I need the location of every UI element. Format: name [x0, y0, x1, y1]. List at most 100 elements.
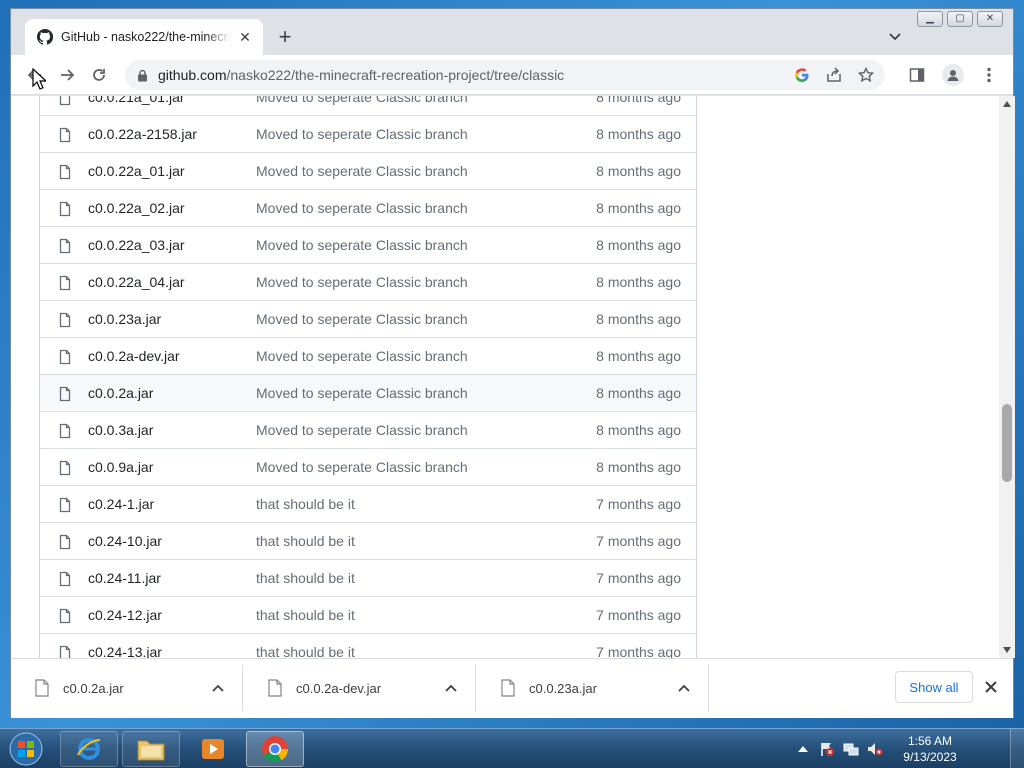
file-icon	[59, 127, 71, 143]
chrome-window: GitHub - nasko222/the-minecraft-recreati…	[10, 8, 1015, 718]
taskbar-internet-explorer[interactable]	[60, 731, 118, 767]
file-row[interactable]: c0.0.9a.jar Moved to seperate Classic bra…	[40, 448, 696, 485]
show-desktop-button[interactable]	[1010, 729, 1024, 768]
file-name-link[interactable]: c0.24-10.jar	[88, 533, 162, 549]
file-name-link[interactable]: c0.0.22a_01.jar	[88, 163, 185, 179]
scroll-down-arrow-icon[interactable]	[999, 642, 1015, 658]
file-name-link[interactable]: c0.0.3a.jar	[88, 422, 153, 438]
file-row[interactable]: c0.24-1.jar that should be it 7 months ago	[40, 485, 696, 522]
file-name-link[interactable]: c0.24-11.jar	[88, 570, 161, 586]
file-row[interactable]: c0.0.22a_01.jar Moved to seperate Classic…	[40, 152, 696, 189]
reload-button[interactable]	[85, 61, 113, 89]
file-name-link[interactable]: c0.0.9a.jar	[88, 459, 153, 475]
file-name-link[interactable]: c0.0.21a_01.jar	[88, 96, 185, 105]
commit-message-link[interactable]: Moved to seperate Classic branch	[256, 348, 468, 364]
lock-icon[interactable]	[137, 69, 148, 82]
download-item[interactable]: c0.0.23a.jar	[477, 665, 709, 711]
clock-date: 9/13/2023	[903, 750, 957, 764]
chevron-up-icon[interactable]	[210, 680, 226, 696]
file-row[interactable]: c0.0.22a_02.jar Moved to seperate Classic…	[40, 189, 696, 226]
file-name-link[interactable]: c0.24-13.jar	[88, 644, 162, 658]
commit-message-link[interactable]: Moved to seperate Classic branch	[256, 126, 468, 142]
file-row[interactable]: c0.0.22a_03.jar Moved to seperate Classic…	[40, 226, 696, 263]
taskbar-chrome[interactable]	[246, 731, 304, 767]
url-host: github.com	[158, 67, 227, 83]
file-row[interactable]: c0.24-12.jar that should be it 7 months ag…	[40, 596, 696, 633]
file-row[interactable]: c0.0.23a.jar Moved to seperate Classic br…	[40, 300, 696, 337]
file-row[interactable]: c0.0.22a_04.jar Moved to seperate Classic…	[40, 263, 696, 300]
new-tab-button[interactable]: +	[273, 25, 297, 49]
chevron-up-icon[interactable]	[443, 680, 459, 696]
file-row[interactable]: c0.24-11.jar that should be it 7 months ag…	[40, 559, 696, 596]
commit-message-link[interactable]: that should be it	[256, 570, 355, 586]
commit-message-link[interactable]: Moved to seperate Classic branch	[256, 163, 468, 179]
commit-age: 8 months ago	[596, 126, 681, 142]
file-name-link[interactable]: c0.24-12.jar	[88, 607, 162, 623]
close-shelf-icon[interactable]	[981, 677, 1001, 697]
file-row[interactable]: c0.24-10.jar that should be it 7 months ag…	[40, 522, 696, 559]
show-hidden-icons-icon[interactable]	[794, 740, 812, 758]
tab-close-icon[interactable]: ✕	[237, 29, 253, 45]
commit-message-link[interactable]: that should be it	[256, 496, 355, 512]
action-center-flag-icon[interactable]	[818, 740, 836, 758]
minimize-button[interactable]: ▁	[917, 11, 943, 27]
close-window-button[interactable]: ✕	[977, 11, 1003, 27]
bookmark-star-icon[interactable]	[857, 66, 875, 84]
file-icon	[59, 571, 71, 587]
commit-message-link[interactable]: that should be it	[256, 533, 355, 549]
commit-message-link[interactable]: Moved to seperate Classic branch	[256, 459, 468, 475]
commit-message-link[interactable]: Moved to seperate Classic branch	[256, 311, 468, 327]
start-button[interactable]	[6, 731, 46, 767]
taskbar-media-player[interactable]	[184, 731, 242, 767]
commit-message-link[interactable]: Moved to seperate Classic branch	[256, 274, 468, 290]
show-all-button[interactable]: Show all	[895, 671, 973, 703]
file-row[interactable]: c0.0.3a.jar Moved to seperate Classic bra…	[40, 411, 696, 448]
volume-muted-icon[interactable]	[866, 740, 884, 758]
commit-message-link[interactable]: Moved to seperate Classic branch	[256, 200, 468, 216]
side-panel-icon[interactable]	[903, 61, 931, 89]
download-item[interactable]: c0.0.2a-dev.jar	[244, 665, 476, 711]
tab-github[interactable]: GitHub - nasko222/the-minecraft-recreati…	[25, 19, 263, 55]
file-list: c0.0.21a_01.jar Moved to seperate Classic…	[39, 96, 697, 658]
file-name-link[interactable]: c0.24-1.jar	[88, 496, 154, 512]
scroll-up-arrow-icon[interactable]	[999, 96, 1015, 112]
file-name-link[interactable]: c0.0.23a.jar	[88, 311, 161, 327]
commit-message-link[interactable]: Moved to seperate Classic branch	[256, 237, 468, 253]
file-name-link[interactable]: c0.0.22a-2158.jar	[88, 126, 197, 142]
tab-search-chevron-icon[interactable]	[885, 27, 905, 47]
download-item[interactable]: c0.0.2a.jar	[11, 665, 243, 711]
maximize-button[interactable]: ▢	[947, 11, 973, 27]
commit-message-link[interactable]: Moved to seperate Classic branch	[256, 385, 468, 401]
commit-age: 7 months ago	[596, 607, 681, 623]
mouse-cursor-icon	[32, 68, 46, 90]
taskbar-clock[interactable]: 1:56 AM 9/13/2023	[890, 733, 970, 765]
share-icon[interactable]	[825, 66, 843, 84]
commit-message-link[interactable]: Moved to seperate Classic branch	[256, 422, 468, 438]
file-row[interactable]: c0.0.2a-dev.jar Moved to seperate Classic…	[40, 337, 696, 374]
file-name-link[interactable]: c0.0.22a_04.jar	[88, 274, 185, 290]
forward-button[interactable]	[53, 61, 81, 89]
commit-message-link[interactable]: Moved to seperate Classic branch	[256, 96, 468, 105]
commit-message-link[interactable]: that should be it	[256, 607, 355, 623]
commit-message-link[interactable]: that should be it	[256, 644, 355, 658]
browser-toolbar: github.com/nasko222/the-minecraft-recrea…	[11, 55, 1013, 95]
file-name-link[interactable]: c0.0.22a_02.jar	[88, 200, 185, 216]
profile-button[interactable]	[939, 61, 967, 89]
network-icon[interactable]	[842, 740, 860, 758]
system-tray	[794, 729, 884, 768]
chevron-up-icon[interactable]	[676, 680, 692, 696]
file-row[interactable]: c0.0.21a_01.jar Moved to seperate Classic…	[40, 96, 696, 115]
taskbar-file-explorer[interactable]	[122, 731, 180, 767]
chrome-menu-icon[interactable]	[975, 61, 1003, 89]
address-bar[interactable]: github.com/nasko222/the-minecraft-recrea…	[125, 60, 885, 90]
vertical-scrollbar[interactable]	[999, 96, 1015, 658]
file-name-link[interactable]: c0.0.2a-dev.jar	[88, 348, 180, 364]
url-text: github.com/nasko222/the-minecraft-recrea…	[158, 67, 564, 83]
google-icon[interactable]	[793, 66, 811, 84]
file-row[interactable]: c0.0.2a.jar Moved to seperate Classic bra…	[40, 374, 696, 411]
file-row[interactable]: c0.24-13.jar that should be it 7 months ag…	[40, 633, 696, 658]
file-row[interactable]: c0.0.22a-2158.jar Moved to seperate Class…	[40, 115, 696, 152]
file-name-link[interactable]: c0.0.22a_03.jar	[88, 237, 185, 253]
file-name-link[interactable]: c0.0.2a.jar	[88, 385, 153, 401]
scrollbar-thumb[interactable]	[1002, 404, 1012, 482]
